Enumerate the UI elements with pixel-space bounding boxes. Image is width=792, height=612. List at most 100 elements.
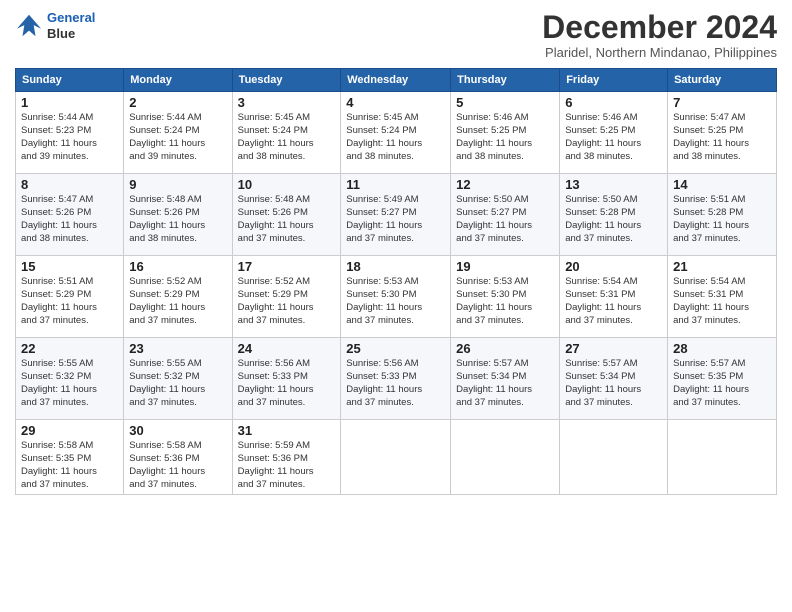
cell-text: Sunrise: 5:56 AMSunset: 5:33 PMDaylight:… — [238, 358, 314, 407]
cell-text: Sunrise: 5:57 AMSunset: 5:34 PMDaylight:… — [565, 358, 641, 407]
cell-text: Sunrise: 5:44 AMSunset: 5:24 PMDaylight:… — [129, 112, 205, 161]
cell-text: Sunrise: 5:57 AMSunset: 5:35 PMDaylight:… — [673, 358, 749, 407]
col-friday: Friday — [560, 69, 668, 92]
day-number: 19 — [456, 259, 554, 274]
calendar-cell: 7 Sunrise: 5:47 AMSunset: 5:25 PMDaylight… — [668, 92, 777, 174]
week-row-4: 22 Sunrise: 5:55 AMSunset: 5:32 PMDayligh… — [16, 338, 777, 420]
calendar-cell: 6 Sunrise: 5:46 AMSunset: 5:25 PMDaylight… — [560, 92, 668, 174]
calendar-cell: 13 Sunrise: 5:50 AMSunset: 5:28 PMDayligh… — [560, 174, 668, 256]
calendar-cell: 17Sunrise: 5:52 AMSunset: 5:29 PMDayligh… — [232, 256, 341, 338]
calendar-cell: 23Sunrise: 5:55 AMSunset: 5:32 PMDayligh… — [124, 338, 232, 420]
cell-text: Sunrise: 5:55 AMSunset: 5:32 PMDaylight:… — [21, 358, 97, 407]
day-number: 15 — [21, 259, 118, 274]
cell-text: Sunrise: 5:53 AMSunset: 5:30 PMDaylight:… — [456, 276, 532, 325]
calendar-cell: 18 Sunrise: 5:53 AMSunset: 5:30 PMDayligh… — [341, 256, 451, 338]
day-number: 7 — [673, 95, 771, 110]
calendar-cell: 5Sunrise: 5:46 AMSunset: 5:25 PMDaylight… — [451, 92, 560, 174]
cell-text: Sunrise: 5:58 AMSunset: 5:36 PMDaylight:… — [129, 440, 205, 489]
cell-text: Sunrise: 5:50 AMSunset: 5:27 PMDaylight:… — [456, 194, 532, 243]
day-number: 11 — [346, 177, 445, 192]
col-tuesday: Tuesday — [232, 69, 341, 92]
calendar-cell: 21 Sunrise: 5:54 AMSunset: 5:31 PMDayligh… — [668, 256, 777, 338]
day-number: 5 — [456, 95, 554, 110]
calendar-cell: 14Sunrise: 5:51 AMSunset: 5:28 PMDayligh… — [668, 174, 777, 256]
cell-text: Sunrise: 5:56 AMSunset: 5:33 PMDaylight:… — [346, 358, 422, 407]
cell-text: Sunrise: 5:51 AMSunset: 5:28 PMDaylight:… — [673, 194, 749, 243]
calendar-cell — [668, 420, 777, 495]
cell-text: Sunrise: 5:44 AMSunset: 5:23 PMDaylight:… — [21, 112, 97, 161]
cell-text: Sunrise: 5:58 AMSunset: 5:35 PMDaylight:… — [21, 440, 97, 489]
cell-text: Sunrise: 5:46 AMSunset: 5:25 PMDaylight:… — [565, 112, 641, 161]
calendar-cell: 20Sunrise: 5:54 AMSunset: 5:31 PMDayligh… — [560, 256, 668, 338]
day-number: 29 — [21, 423, 118, 438]
week-row-5: 29 Sunrise: 5:58 AMSunset: 5:35 PMDayligh… — [16, 420, 777, 495]
cell-text: Sunrise: 5:54 AMSunset: 5:31 PMDaylight:… — [565, 276, 641, 325]
calendar-cell: 19 Sunrise: 5:53 AMSunset: 5:30 PMDayligh… — [451, 256, 560, 338]
calendar-cell: 10 Sunrise: 5:48 AMSunset: 5:26 PMDayligh… — [232, 174, 341, 256]
calendar-cell: 4Sunrise: 5:45 AMSunset: 5:24 PMDaylight… — [341, 92, 451, 174]
day-number: 25 — [346, 341, 445, 356]
cell-text: Sunrise: 5:50 AMSunset: 5:28 PMDaylight:… — [565, 194, 641, 243]
cell-text: Sunrise: 5:48 AMSunset: 5:26 PMDaylight:… — [129, 194, 205, 243]
day-number: 17 — [238, 259, 336, 274]
calendar-cell: 16 Sunrise: 5:52 AMSunset: 5:29 PMDayligh… — [124, 256, 232, 338]
page: General Blue December 2024 Plaridel, Nor… — [0, 0, 792, 612]
location: Plaridel, Northern Mindanao, Philippines — [542, 45, 777, 60]
month-title: December 2024 — [542, 10, 777, 45]
calendar-cell: 8 Sunrise: 5:47 AMSunset: 5:26 PMDaylight… — [16, 174, 124, 256]
col-thursday: Thursday — [451, 69, 560, 92]
calendar-cell: 27Sunrise: 5:57 AMSunset: 5:34 PMDayligh… — [560, 338, 668, 420]
week-row-1: 1 Sunrise: 5:44 AMSunset: 5:23 PMDaylight… — [16, 92, 777, 174]
calendar-table: Sunday Monday Tuesday Wednesday Thursday… — [15, 68, 777, 495]
day-number: 8 — [21, 177, 118, 192]
day-number: 31 — [238, 423, 336, 438]
cell-text: Sunrise: 5:47 AMSunset: 5:25 PMDaylight:… — [673, 112, 749, 161]
header-row: Sunday Monday Tuesday Wednesday Thursday… — [16, 69, 777, 92]
calendar-cell: 28 Sunrise: 5:57 AMSunset: 5:35 PMDayligh… — [668, 338, 777, 420]
cell-text: Sunrise: 5:57 AMSunset: 5:34 PMDaylight:… — [456, 358, 532, 407]
day-number: 26 — [456, 341, 554, 356]
logo: General Blue — [15, 10, 95, 41]
calendar-cell: 1 Sunrise: 5:44 AMSunset: 5:23 PMDaylight… — [16, 92, 124, 174]
calendar-cell: 9 Sunrise: 5:48 AMSunset: 5:26 PMDaylight… — [124, 174, 232, 256]
calendar-cell: 25 Sunrise: 5:56 AMSunset: 5:33 PMDayligh… — [341, 338, 451, 420]
day-number: 2 — [129, 95, 226, 110]
calendar-cell: 22 Sunrise: 5:55 AMSunset: 5:32 PMDayligh… — [16, 338, 124, 420]
col-wednesday: Wednesday — [341, 69, 451, 92]
calendar-cell: 26 Sunrise: 5:57 AMSunset: 5:34 PMDayligh… — [451, 338, 560, 420]
day-number: 9 — [129, 177, 226, 192]
calendar-cell: 3 Sunrise: 5:45 AMSunset: 5:24 PMDaylight… — [232, 92, 341, 174]
cell-text: Sunrise: 5:45 AMSunset: 5:24 PMDaylight:… — [346, 112, 422, 161]
col-sunday: Sunday — [16, 69, 124, 92]
day-number: 6 — [565, 95, 662, 110]
day-number: 10 — [238, 177, 336, 192]
day-number: 21 — [673, 259, 771, 274]
day-number: 24 — [238, 341, 336, 356]
cell-text: Sunrise: 5:53 AMSunset: 5:30 PMDaylight:… — [346, 276, 422, 325]
cell-text: Sunrise: 5:48 AMSunset: 5:26 PMDaylight:… — [238, 194, 314, 243]
day-number: 12 — [456, 177, 554, 192]
title-section: December 2024 Plaridel, Northern Mindana… — [542, 10, 777, 60]
calendar-cell — [451, 420, 560, 495]
cell-text: Sunrise: 5:45 AMSunset: 5:24 PMDaylight:… — [238, 112, 314, 161]
cell-text: Sunrise: 5:47 AMSunset: 5:26 PMDaylight:… — [21, 194, 97, 243]
day-number: 28 — [673, 341, 771, 356]
day-number: 18 — [346, 259, 445, 274]
calendar-cell: 12 Sunrise: 5:50 AMSunset: 5:27 PMDayligh… — [451, 174, 560, 256]
day-number: 22 — [21, 341, 118, 356]
cell-text: Sunrise: 5:52 AMSunset: 5:29 PMDaylight:… — [129, 276, 205, 325]
cell-text: Sunrise: 5:54 AMSunset: 5:31 PMDaylight:… — [673, 276, 749, 325]
day-number: 3 — [238, 95, 336, 110]
day-number: 23 — [129, 341, 226, 356]
header: General Blue December 2024 Plaridel, Nor… — [15, 10, 777, 60]
day-number: 13 — [565, 177, 662, 192]
day-number: 16 — [129, 259, 226, 274]
logo-icon — [15, 12, 43, 40]
day-number: 1 — [21, 95, 118, 110]
calendar-cell: 11Sunrise: 5:49 AMSunset: 5:27 PMDayligh… — [341, 174, 451, 256]
calendar-cell: 31Sunrise: 5:59 AMSunset: 5:36 PMDayligh… — [232, 420, 341, 495]
col-monday: Monday — [124, 69, 232, 92]
week-row-3: 15Sunrise: 5:51 AMSunset: 5:29 PMDayligh… — [16, 256, 777, 338]
calendar-cell: 30Sunrise: 5:58 AMSunset: 5:36 PMDayligh… — [124, 420, 232, 495]
calendar-cell: 2 Sunrise: 5:44 AMSunset: 5:24 PMDaylight… — [124, 92, 232, 174]
